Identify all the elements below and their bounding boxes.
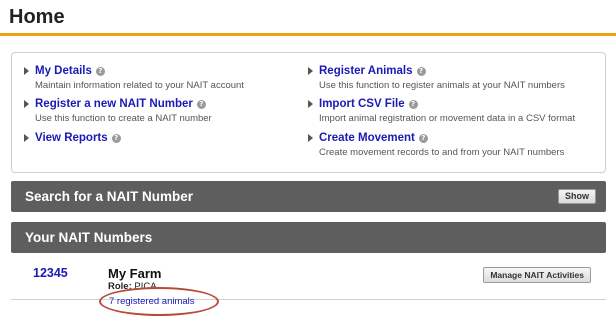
manage-nait-activities-button[interactable]: Manage NAIT Activities — [483, 267, 591, 283]
nait-number-link[interactable]: 12345 — [33, 266, 68, 280]
arrow-right-icon — [24, 100, 29, 108]
page-title: Home — [9, 6, 65, 28]
arrow-right-icon — [24, 67, 29, 75]
link-description: Use this function to register animals at… — [319, 80, 565, 91]
link-view-reports[interactable]: View Reports ? — [22, 131, 121, 145]
link-description: Maintain information related to your NAI… — [35, 80, 244, 91]
link-title[interactable]: Register Animals — [319, 65, 413, 77]
link-create-movement[interactable]: Create Movement ? Create movement record… — [306, 131, 564, 158]
link-my-details[interactable]: My Details ? Maintain information relate… — [22, 64, 244, 91]
link-register-nait-number[interactable]: Register a new NAIT Number ? Use this fu… — [22, 97, 212, 124]
show-button[interactable]: Show — [558, 189, 596, 204]
link-description: Create movement records to and from your… — [319, 147, 565, 158]
arrow-right-icon — [308, 100, 313, 108]
your-nait-numbers-bar: Your NAIT Numbers — [11, 222, 606, 253]
arrow-right-icon — [308, 67, 313, 75]
link-title[interactable]: View Reports — [35, 132, 108, 144]
help-icon[interactable]: ? — [111, 133, 121, 143]
farm-name: My Farm — [108, 266, 162, 281]
page-header: Home — [0, 0, 616, 36]
link-register-animals[interactable]: Register Animals ? Use this function to … — [306, 64, 565, 91]
arrow-right-icon — [24, 134, 29, 142]
search-section-title: Search for a NAIT Number — [25, 189, 194, 204]
link-title[interactable]: My Details — [35, 65, 92, 77]
help-icon[interactable]: ? — [95, 66, 105, 76]
help-icon[interactable]: ? — [196, 99, 206, 109]
help-icon[interactable]: ? — [408, 99, 418, 109]
search-nait-bar: Search for a NAIT Number Show — [11, 181, 606, 212]
nait-number-row: 12345 My Farm Role: PICA 7 registered an… — [11, 254, 606, 316]
help-icon[interactable]: ? — [418, 133, 428, 143]
link-import-csv[interactable]: Import CSV File ? Import animal registra… — [306, 97, 575, 124]
quick-links-panel: My Details ? Maintain information relate… — [11, 52, 606, 173]
link-description: Import animal registration or movement d… — [319, 113, 576, 124]
link-title[interactable]: Create Movement — [319, 132, 415, 144]
link-description: Use this function to create a NAIT numbe… — [35, 113, 212, 124]
registered-animals-link[interactable]: 7 registered animals — [109, 296, 195, 307]
help-icon[interactable]: ? — [416, 66, 426, 76]
link-title[interactable]: Import CSV File — [319, 98, 405, 110]
link-title[interactable]: Register a new NAIT Number — [35, 98, 193, 110]
numbers-section-title: Your NAIT Numbers — [25, 230, 153, 245]
arrow-right-icon — [308, 134, 313, 142]
